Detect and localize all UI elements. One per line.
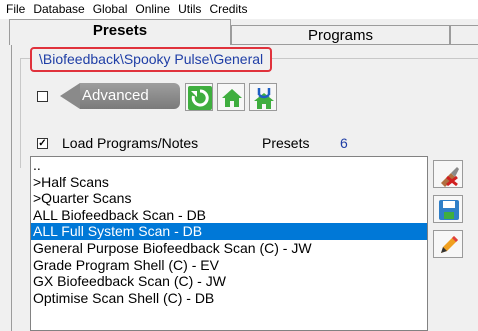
load-programs-label: Load Programs/Notes bbox=[62, 135, 199, 151]
list-item[interactable]: Optimise Scan Shell (C) - DB bbox=[31, 290, 427, 307]
list-item-selected[interactable]: ALL Full System Scan - DB bbox=[31, 223, 427, 240]
home-up-icon bbox=[254, 88, 274, 109]
list-item[interactable]: ALL Biofeedback Scan - DB bbox=[31, 207, 427, 224]
current-path: \Biofeedback\Spooky Pulse\General bbox=[30, 47, 273, 72]
save-button[interactable] bbox=[433, 195, 463, 223]
home-button[interactable] bbox=[217, 83, 245, 111]
advanced-callout: Advanced bbox=[60, 83, 180, 109]
list-item[interactable]: GX Biofeedback Scan (C) - JW bbox=[31, 273, 427, 290]
menu-credits[interactable]: Credits bbox=[205, 0, 251, 19]
refresh-button[interactable] bbox=[185, 83, 213, 111]
delete-brush-icon bbox=[441, 167, 459, 187]
presets-list[interactable]: .. >Half Scans >Quarter Scans ALL Biofee… bbox=[30, 156, 428, 331]
path-groupbox bbox=[20, 58, 478, 168]
presets-count-value: 6 bbox=[340, 135, 348, 151]
home-up-button[interactable] bbox=[249, 83, 277, 111]
menu-utils[interactable]: Utils bbox=[174, 0, 205, 19]
delete-button[interactable] bbox=[433, 160, 463, 188]
menu-online[interactable]: Online bbox=[131, 0, 174, 19]
menu-file[interactable]: File bbox=[2, 0, 29, 19]
refresh-icon bbox=[188, 86, 212, 110]
tab-presets[interactable]: Presets bbox=[9, 19, 231, 45]
load-programs-checkbox[interactable]: ✓ bbox=[37, 138, 48, 149]
list-item[interactable]: >Quarter Scans bbox=[31, 190, 427, 207]
advanced-checkbox[interactable] bbox=[37, 91, 48, 102]
list-item[interactable]: Grade Program Shell (C) - EV bbox=[31, 257, 427, 274]
tab-strip: Presets Programs bbox=[0, 19, 478, 45]
save-icon bbox=[439, 200, 459, 220]
list-item[interactable]: General Purpose Biofeedback Scan (C) - J… bbox=[31, 240, 427, 257]
menu-bar: File Database Global Online Utils Credit… bbox=[0, 0, 478, 19]
callout-arrow bbox=[60, 83, 80, 109]
list-item[interactable]: .. bbox=[31, 157, 427, 174]
list-item[interactable]: >Half Scans bbox=[31, 174, 427, 191]
presets-count-label: Presets bbox=[262, 135, 310, 151]
edit-button[interactable] bbox=[433, 230, 463, 258]
advanced-label: Advanced bbox=[80, 83, 180, 109]
tab-programs[interactable]: Programs bbox=[231, 25, 450, 44]
menu-global[interactable]: Global bbox=[89, 0, 132, 19]
edit-pencil-icon bbox=[441, 236, 458, 253]
menu-database[interactable]: Database bbox=[29, 0, 88, 19]
home-icon bbox=[222, 89, 242, 107]
tab-partial[interactable] bbox=[450, 25, 478, 44]
